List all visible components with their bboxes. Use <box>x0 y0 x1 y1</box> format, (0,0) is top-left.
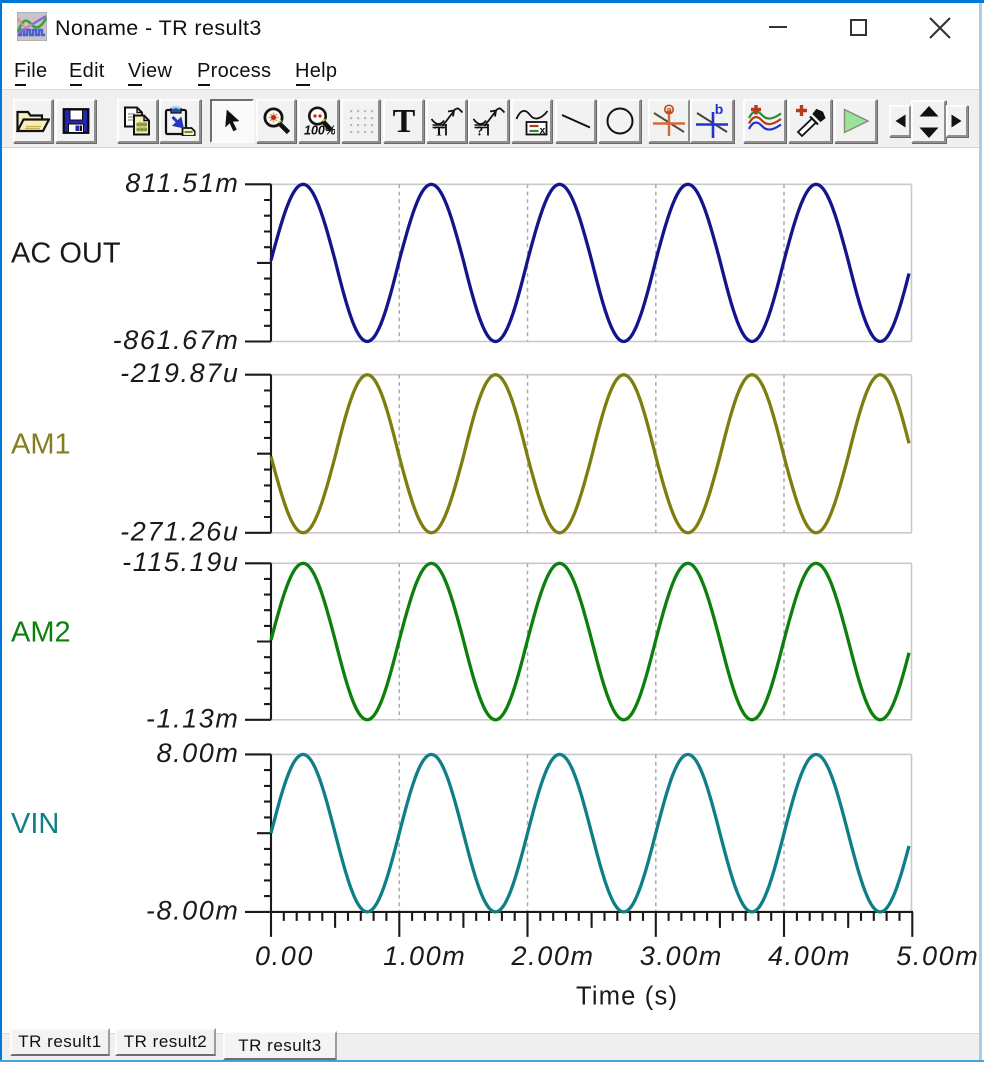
svg-text:T: T <box>434 124 443 137</box>
svg-text:?: ? <box>476 124 483 137</box>
svg-text:5.00m: 5.00m <box>896 941 979 971</box>
svg-text:811.51m: 811.51m <box>125 168 239 198</box>
svg-text:-219.87u: -219.87u <box>120 358 239 388</box>
svg-text:4.00m: 4.00m <box>768 941 851 971</box>
svg-text:T: T <box>392 107 415 135</box>
svg-text:x: x <box>539 125 545 137</box>
svg-text:-8.00m: -8.00m <box>146 895 240 925</box>
svg-text:VIN: VIN <box>11 808 59 840</box>
svg-text:AM2: AM2 <box>11 616 71 648</box>
svg-text:1.00m: 1.00m <box>383 941 466 971</box>
svg-text:0.00: 0.00 <box>255 941 314 971</box>
svg-text:-271.26u: -271.26u <box>120 516 239 546</box>
svg-text:-1.13m: -1.13m <box>146 703 240 733</box>
svg-text:a: a <box>666 105 672 117</box>
svg-text:Time (s): Time (s) <box>576 983 678 1011</box>
svg-text:AC OUT: AC OUT <box>11 238 121 270</box>
svg-text:-861.67m: -861.67m <box>113 325 240 355</box>
svg-text:2.00m: 2.00m <box>511 941 595 971</box>
svg-text:8.00m: 8.00m <box>156 738 239 768</box>
svg-text:100%: 100% <box>304 124 335 137</box>
svg-text:3.00m: 3.00m <box>640 941 723 971</box>
svg-text:-115.19u: -115.19u <box>122 547 239 577</box>
svg-text:b: b <box>715 104 724 117</box>
svg-text:AM1: AM1 <box>11 429 71 461</box>
